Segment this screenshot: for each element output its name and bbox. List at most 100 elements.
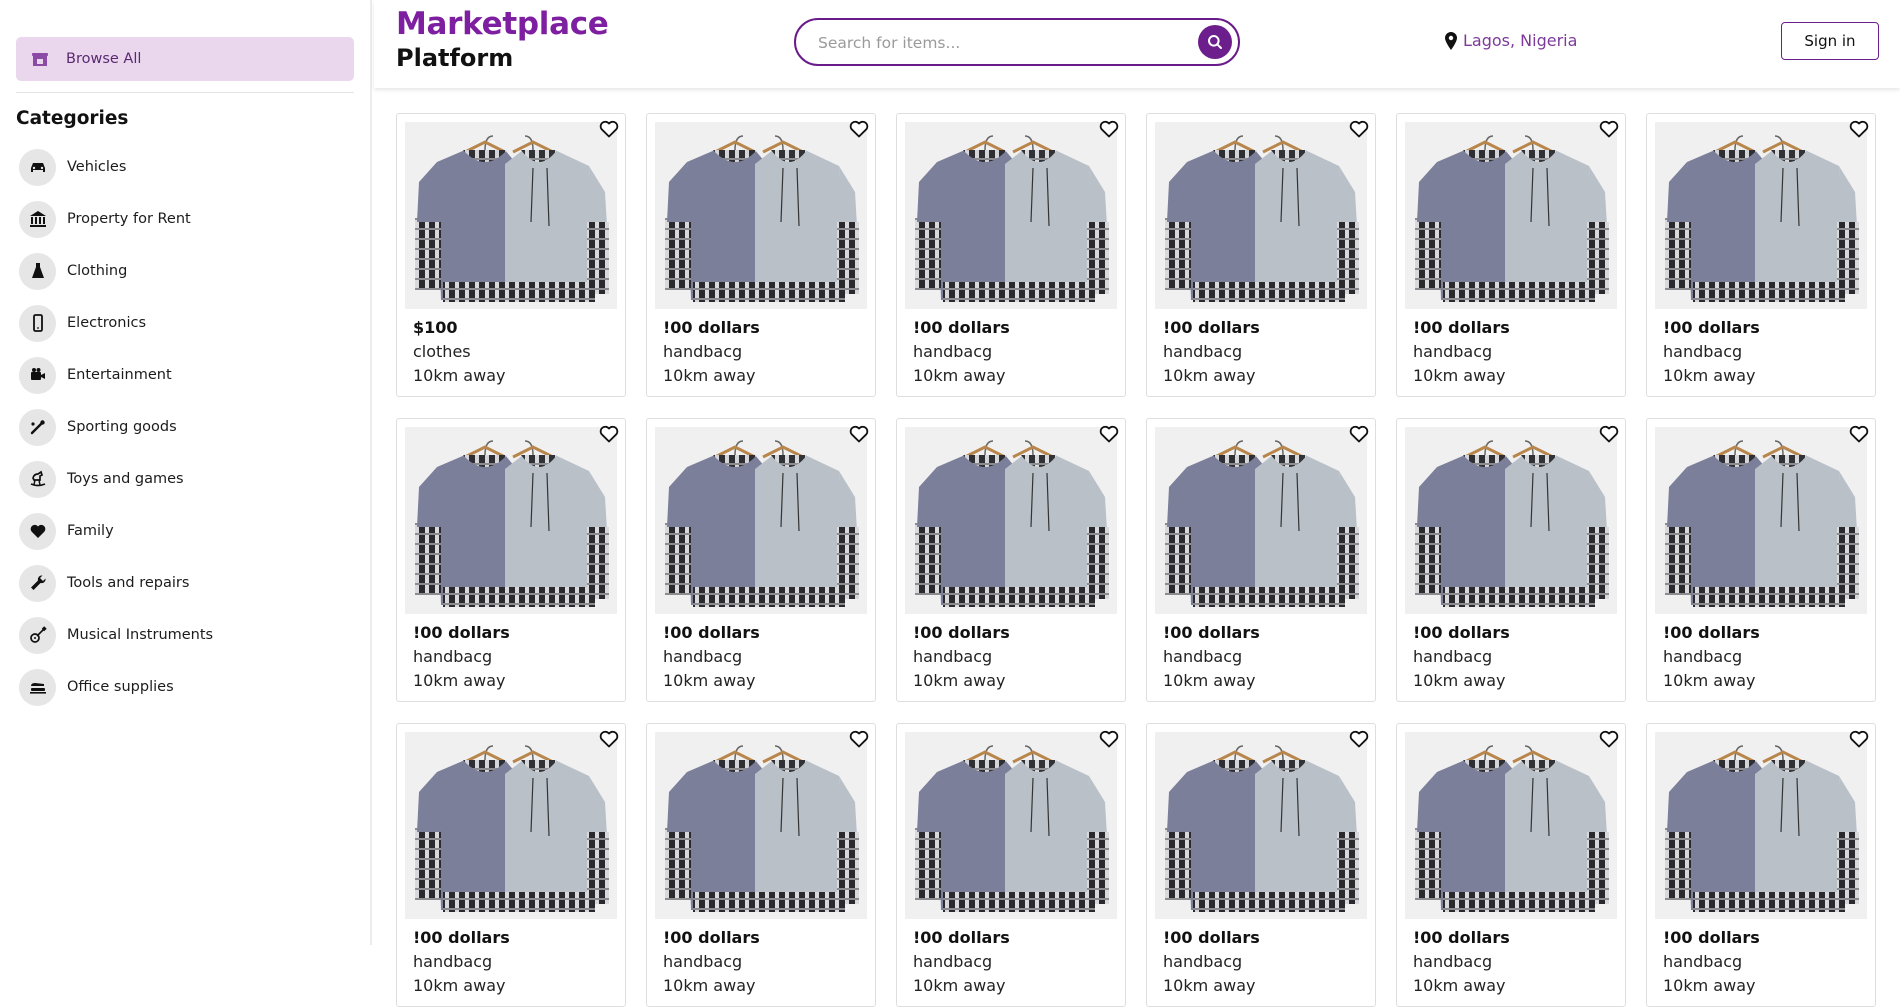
- listing-card[interactable]: !00 dollars handbacg 10km away: [396, 723, 626, 1007]
- heart-icon[interactable]: [1849, 120, 1869, 142]
- listing-distance: 10km away: [413, 366, 506, 385]
- heart-icon[interactable]: [599, 425, 619, 447]
- car-icon: [19, 148, 56, 186]
- listing-image[interactable]: [1155, 427, 1367, 614]
- search-button[interactable]: [1198, 25, 1232, 59]
- browse-all-button[interactable]: Browse All: [16, 37, 354, 81]
- category-item-entertainment[interactable]: Entertainment: [16, 349, 354, 401]
- listing-price: $100: [413, 318, 458, 337]
- category-item-property-for-rent[interactable]: Property for Rent: [16, 193, 354, 245]
- heart-icon[interactable]: [1599, 730, 1619, 752]
- listing-image[interactable]: [405, 122, 617, 309]
- heart-icon[interactable]: [849, 730, 869, 752]
- listing-card[interactable]: !00 dollars handbacg 10km away: [1146, 418, 1376, 702]
- listing-image[interactable]: [1155, 732, 1367, 919]
- category-item-office-supplies[interactable]: Office supplies: [16, 661, 354, 713]
- listing-card[interactable]: !00 dollars handbacg 10km away: [896, 723, 1126, 1007]
- heart-icon[interactable]: [1099, 120, 1119, 142]
- listing-card[interactable]: !00 dollars handbacg 10km away: [646, 723, 876, 1007]
- listing-card[interactable]: !00 dollars handbacg 10km away: [1396, 113, 1626, 397]
- category-label: Tools and repairs: [67, 575, 190, 591]
- listing-card[interactable]: !00 dollars handbacg 10km away: [1146, 723, 1376, 1007]
- heart-icon[interactable]: [1099, 425, 1119, 447]
- heart-icon[interactable]: [1849, 730, 1869, 752]
- listing-card[interactable]: !00 dollars handbacg 10km away: [1396, 418, 1626, 702]
- listing-distance: 10km away: [413, 976, 506, 995]
- listing-price: !00 dollars: [1413, 928, 1510, 947]
- heart-icon[interactable]: [1599, 120, 1619, 142]
- category-label: Office supplies: [67, 679, 174, 695]
- listing-title: handbacg: [1663, 342, 1743, 361]
- listing-card[interactable]: !00 dollars handbacg 10km away: [1646, 723, 1876, 1007]
- listing-image[interactable]: [1155, 122, 1367, 309]
- listing-card[interactable]: !00 dollars handbacg 10km away: [1646, 113, 1876, 397]
- heart-icon[interactable]: [1099, 730, 1119, 752]
- listing-card[interactable]: !00 dollars handbacg 10km away: [1146, 113, 1376, 397]
- listing-title: handbacg: [413, 647, 493, 666]
- listing-image[interactable]: [905, 427, 1117, 614]
- listing-distance: 10km away: [1413, 366, 1506, 385]
- listing-distance: 10km away: [663, 671, 756, 690]
- listing-image[interactable]: [405, 732, 617, 919]
- listing-image[interactable]: [1405, 732, 1617, 919]
- heart-icon[interactable]: [1349, 425, 1369, 447]
- listing-image[interactable]: [1405, 427, 1617, 614]
- search-input[interactable]: [816, 30, 1180, 56]
- listing-card[interactable]: !00 dollars handbacg 10km away: [896, 113, 1126, 397]
- listing-distance: 10km away: [1163, 976, 1256, 995]
- heart-icon[interactable]: [1849, 425, 1869, 447]
- listing-image[interactable]: [905, 732, 1117, 919]
- heart-icon[interactable]: [1349, 730, 1369, 752]
- sport-icon: [19, 408, 56, 446]
- category-label: Family: [67, 523, 114, 539]
- category-label: Clothing: [67, 263, 128, 279]
- listing-card[interactable]: !00 dollars handbacg 10km away: [646, 113, 876, 397]
- listing-image[interactable]: [1655, 732, 1867, 919]
- listing-image[interactable]: [1405, 122, 1617, 309]
- listing-image[interactable]: [655, 427, 867, 614]
- location-pin-icon: [1445, 31, 1457, 50]
- listing-title: handbacg: [1163, 342, 1243, 361]
- listing-distance: 10km away: [1663, 671, 1756, 690]
- listing-title: handbacg: [1413, 342, 1493, 361]
- listing-distance: 10km away: [913, 976, 1006, 995]
- listing-title: handbacg: [663, 952, 743, 971]
- listing-image[interactable]: [655, 732, 867, 919]
- category-item-tools-and-repairs[interactable]: Tools and repairs: [16, 557, 354, 609]
- phone-icon: [19, 304, 56, 342]
- listing-image[interactable]: [405, 427, 617, 614]
- sign-in-button[interactable]: Sign in: [1781, 22, 1879, 60]
- heart-icon[interactable]: [1349, 120, 1369, 142]
- listing-price: !00 dollars: [1163, 318, 1260, 337]
- listing-card[interactable]: !00 dollars handbacg 10km away: [646, 418, 876, 702]
- listing-price: !00 dollars: [663, 623, 760, 642]
- listing-card[interactable]: !00 dollars handbacg 10km away: [1396, 723, 1626, 1007]
- category-item-family[interactable]: Family: [16, 505, 354, 557]
- heart-icon[interactable]: [599, 730, 619, 752]
- category-item-vehicles[interactable]: Vehicles: [16, 141, 354, 193]
- listing-price: !00 dollars: [1663, 928, 1760, 947]
- listing-card[interactable]: !00 dollars handbacg 10km away: [396, 418, 626, 702]
- heart-icon[interactable]: [849, 425, 869, 447]
- video-camera-icon: [19, 356, 56, 394]
- location-selector[interactable]: Lagos, Nigeria: [1445, 31, 1577, 50]
- category-item-electronics[interactable]: Electronics: [16, 297, 354, 349]
- heart-icon[interactable]: [849, 120, 869, 142]
- category-item-clothing[interactable]: Clothing: [16, 245, 354, 297]
- heart-icon[interactable]: [1599, 425, 1619, 447]
- dress-icon: [19, 252, 56, 290]
- listing-image[interactable]: [905, 122, 1117, 309]
- listing-card[interactable]: !00 dollars handbacg 10km away: [1646, 418, 1876, 702]
- heart-icon[interactable]: [599, 120, 619, 142]
- category-item-sporting-goods[interactable]: Sporting goods: [16, 401, 354, 453]
- category-item-musical-instruments[interactable]: Musical Instruments: [16, 609, 354, 661]
- category-item-toys-and-games[interactable]: Toys and games: [16, 453, 354, 505]
- stapler-icon: [19, 668, 56, 706]
- listing-image[interactable]: [1655, 427, 1867, 614]
- listing-image[interactable]: [655, 122, 867, 309]
- location-text: Lagos, Nigeria: [1463, 31, 1578, 50]
- listing-card[interactable]: $100 clothes 10km away: [396, 113, 626, 397]
- brand-title[interactable]: Marketplace: [396, 6, 609, 42]
- listing-card[interactable]: !00 dollars handbacg 10km away: [896, 418, 1126, 702]
- listing-image[interactable]: [1655, 122, 1867, 309]
